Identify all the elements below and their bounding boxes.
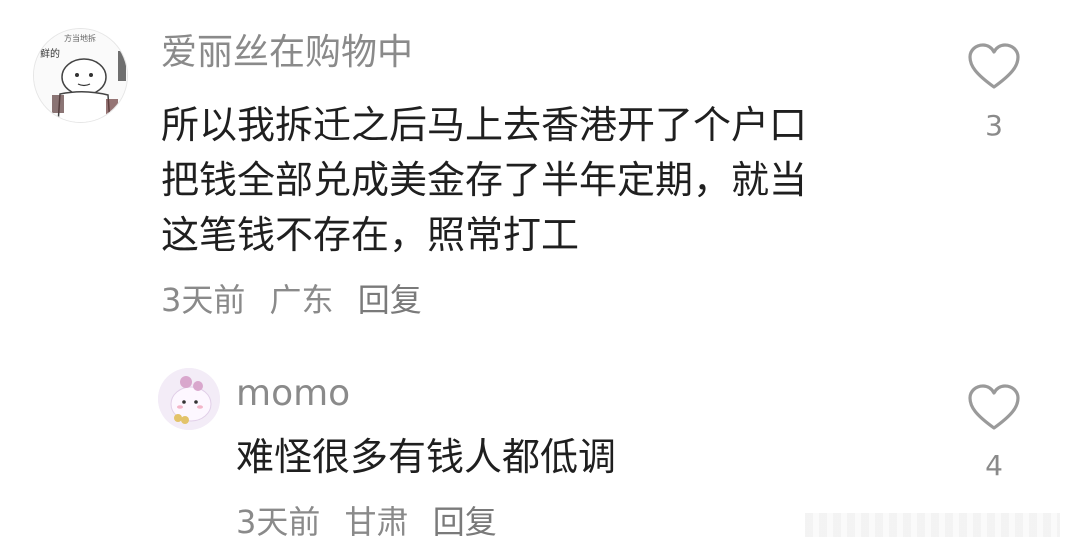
reply-button[interactable]: 回复	[433, 503, 497, 541]
svg-text:方当地拆: 方当地拆	[64, 33, 96, 43]
comment-meta: 3天前 广东 回复	[161, 282, 436, 318]
avatar[interactable]	[158, 368, 220, 430]
comment-text-line: 把钱全部兑成美金存了半年定期，就当	[161, 158, 808, 202]
comment-time: 3天前	[236, 503, 321, 541]
comment-text-line: 这笔钱不存在，照常打工	[161, 213, 580, 257]
like-button[interactable]	[966, 383, 1022, 433]
like-button[interactable]	[966, 42, 1022, 92]
heart-icon	[968, 384, 1020, 430]
avatar[interactable]: 方当地拆 鲜的	[33, 28, 128, 123]
sketch-character-avatar-icon: 方当地拆 鲜的	[34, 29, 127, 122]
comment-location: 广东	[269, 281, 334, 319]
like-count: 4	[985, 449, 1003, 482]
comment-username[interactable]: momo	[236, 374, 350, 414]
comment-location: 甘肃	[344, 503, 409, 541]
reply-button[interactable]: 回复	[358, 281, 422, 319]
comment-username[interactable]: 爱丽丝在购物中	[161, 33, 413, 73]
comment-text-line: 所以我拆迁之后马上去香港开了个户口	[161, 103, 808, 147]
comment-text[interactable]: 所以我拆迁之后马上去香港开了个户口 把钱全部兑成美金存了半年定期，就当 这笔钱不…	[161, 98, 807, 263]
pink-creature-avatar-icon	[158, 368, 220, 430]
comment-meta: 3天前 甘肃 回复	[236, 504, 511, 540]
comment-text[interactable]: 难怪很多有钱人都低调	[236, 430, 616, 485]
like-count: 3	[985, 109, 1003, 142]
heart-icon	[968, 43, 1020, 89]
avatar-text: 鲜的	[40, 47, 60, 60]
comment-text-line: 难怪很多有钱人都低调	[236, 435, 617, 479]
comment-time: 3天前	[161, 281, 246, 319]
comment-list: 方当地拆 鲜的 爱丽丝在购物中 所以我拆迁之后马上去香港开了个户口 把钱全部兑成…	[0, 0, 1068, 555]
watermark-strip	[805, 513, 1060, 537]
